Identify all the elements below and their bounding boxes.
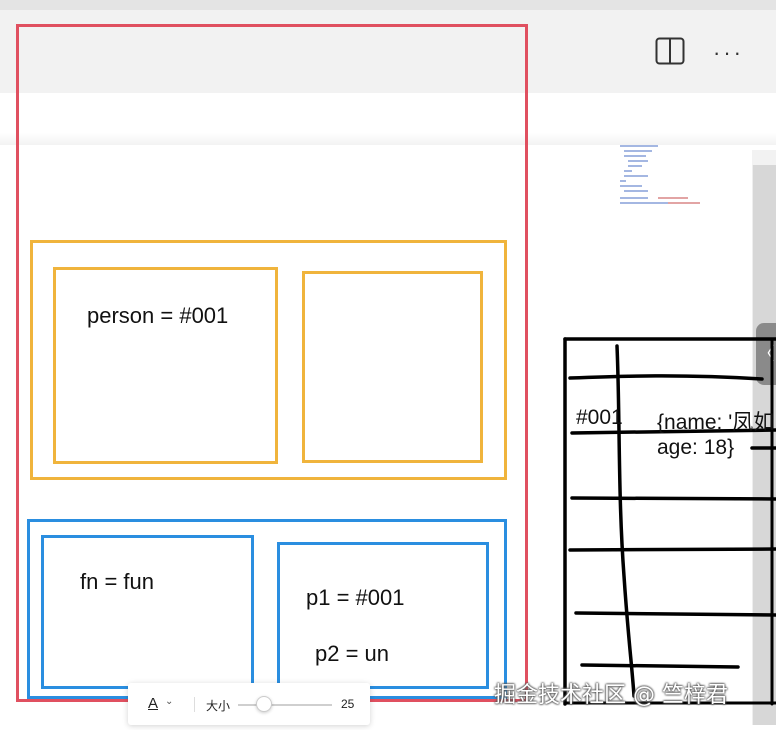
size-label: 大小 [206, 699, 231, 713]
function-left-cell [41, 535, 254, 689]
fn-variable: fn = fun [80, 569, 155, 594]
heap-sketch-lines [563, 337, 776, 706]
watermark: 掘金技术社区 @ 竺梓君 [494, 683, 728, 708]
heap-address: #001 [576, 406, 623, 429]
size-slider-thumb[interactable] [256, 696, 273, 712]
heap-memory-sketch: #001 {name: '凤如 age: 18} [562, 336, 776, 706]
font-color-button[interactable]: A [148, 695, 158, 712]
size-value: 25 [341, 697, 355, 711]
global-left-cell [53, 267, 278, 464]
size-slider-track[interactable] [238, 704, 332, 706]
font-size-toolbar: A ⌄ 大小 25 [128, 683, 370, 725]
split-view-icon[interactable] [655, 37, 685, 65]
code-thumbnail [620, 145, 700, 204]
heap-object-line1: {name: '凤如 [657, 411, 775, 434]
more-icon[interactable]: ··· [713, 40, 744, 66]
right-panel-header [752, 150, 776, 165]
p2-variable: p2 = un [315, 641, 390, 666]
heap-object-line2: age: 18} [657, 436, 735, 459]
toolbar-divider [194, 697, 195, 712]
chevron-down-icon[interactable]: ⌄ [165, 696, 173, 707]
person-variable: person = #001 [87, 303, 229, 328]
p1-variable: p1 = #001 [306, 585, 405, 610]
global-right-cell [302, 271, 483, 463]
window-top-strip [0, 0, 776, 10]
